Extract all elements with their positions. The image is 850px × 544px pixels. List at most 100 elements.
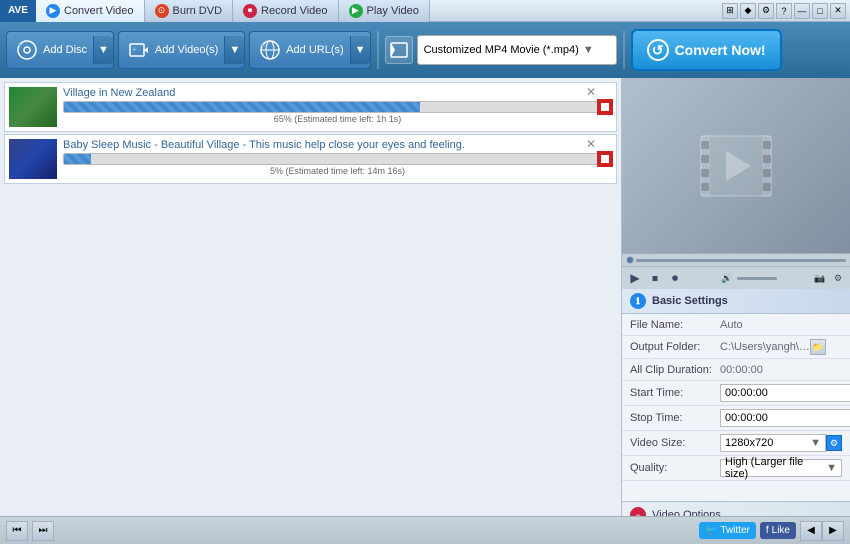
file-item-2: Baby Sleep Music - Beautiful Village - T…	[4, 134, 617, 184]
title-bar: AVE ▶ Convert Video ⊙ Burn DVD ⏺ Record …	[0, 0, 850, 22]
right-panel: ▶ ⏹ ⏺ 🔊 📷 ⚙ ℹ Basic Settings File Name: …	[622, 78, 850, 516]
preview-settings-icon[interactable]: ⚙	[830, 270, 846, 286]
nav-prev-button[interactable]: ◀	[800, 521, 822, 541]
convert-video-tab-icon: ▶	[46, 4, 60, 18]
quality-arrow: ▼	[826, 462, 837, 474]
settings-label-starttime: Start Time:	[630, 387, 720, 399]
settings-row-starttime: Start Time:	[622, 381, 850, 406]
settings-label-duration: All Clip Duration:	[630, 364, 720, 376]
window-btn-maximize[interactable]: □	[812, 3, 828, 19]
tab-convert-video[interactable]: ▶ Convert Video	[36, 0, 145, 22]
file-info-1: Village in New Zealand 65% (Estimated ti…	[63, 87, 612, 124]
progress-fill-1	[64, 102, 420, 112]
stop-time-input[interactable]	[720, 409, 850, 427]
settings-header-icon: ℹ	[630, 293, 646, 309]
play-video-tab-icon: ▶	[349, 4, 363, 18]
settings-label-filename: File Name:	[630, 319, 720, 331]
preview-area	[622, 78, 850, 253]
settings-row-stoptime: Stop Time:	[622, 406, 850, 431]
file-info-2: Baby Sleep Music - Beautiful Village - T…	[63, 139, 612, 176]
convert-now-icon: ↺	[647, 39, 669, 61]
add-url-icon: +	[258, 38, 282, 62]
preview-play-button[interactable]: ▶	[626, 269, 644, 287]
video-size-select[interactable]: 1280x720 ▼	[720, 434, 826, 452]
tab-play-video[interactable]: ▶ Play Video	[339, 0, 430, 22]
add-video-label: Add Video(s)	[155, 44, 218, 56]
add-disc-button[interactable]: + Add Disc ▼	[6, 31, 114, 69]
window-controls: ⊞ ◆ ⚙ ? — □ ✕	[718, 3, 850, 19]
settings-value-filename: Auto	[720, 319, 842, 331]
file-item-1: Village in New Zealand 65% (Estimated ti…	[4, 82, 617, 132]
toolbar-separator-2	[623, 31, 625, 69]
format-value: Customized MP4 Movie (*.mp4)	[424, 44, 579, 56]
volume-slider[interactable]	[737, 277, 777, 280]
preview-position-dot	[626, 256, 634, 264]
add-url-dropdown-arrow[interactable]: ▼	[350, 36, 370, 64]
settings-spacer	[622, 481, 850, 501]
add-url-button[interactable]: + Add URL(s) ▼	[249, 31, 370, 69]
window-btn-grid[interactable]: ⊞	[722, 3, 738, 19]
file-list: Village in New Zealand 65% (Estimated ti…	[0, 78, 622, 516]
settings-panel: ℹ Basic Settings File Name: Auto Output …	[622, 289, 850, 516]
progress-bar-2	[63, 153, 612, 165]
file-name-2: Baby Sleep Music - Beautiful Village - T…	[63, 139, 612, 151]
quality-select[interactable]: High (Larger file size) ▼	[720, 459, 842, 477]
settings-label-videosize: Video Size:	[630, 437, 720, 449]
window-btn-minimize[interactable]: —	[794, 3, 810, 19]
svg-text:+: +	[17, 40, 22, 50]
settings-row-quality: Quality: High (Larger file size) ▼	[622, 456, 850, 481]
video-size-value: 1280x720	[725, 437, 773, 449]
file-thumb-1	[9, 87, 57, 127]
settings-label-output: Output Folder:	[630, 341, 720, 353]
file-stop-1[interactable]	[597, 99, 613, 115]
window-btn-close[interactable]: ✕	[830, 3, 846, 19]
browse-folder-button[interactable]: 📁	[810, 339, 826, 355]
video-size-settings-button[interactable]: ⚙	[826, 435, 842, 451]
settings-value-output: C:\Users\yangh\Videos\...	[720, 341, 810, 353]
preview-snapshot-icon[interactable]: 📷	[812, 270, 828, 286]
quality-value: High (Larger file size)	[725, 456, 826, 480]
settings-value-duration: 00:00:00	[720, 364, 842, 376]
progress-text-2: 5% (Estimated time left: 14m 16s)	[63, 166, 612, 176]
file-thumb-2	[9, 139, 57, 179]
film-reel-graphic	[696, 131, 776, 201]
file-stop-2[interactable]	[597, 151, 613, 167]
status-prev-button[interactable]: ⏮	[6, 521, 28, 541]
add-disc-dropdown-arrow[interactable]: ▼	[93, 36, 113, 64]
file-close-2[interactable]: ✕	[586, 137, 596, 151]
preview-volume-icon[interactable]: 🔊	[719, 270, 735, 286]
twitter-button[interactable]: 🐦 Twitter	[699, 522, 756, 539]
svg-text:+: +	[132, 45, 137, 54]
fb-label: Like	[772, 525, 790, 536]
facebook-like-button[interactable]: f Like	[760, 522, 796, 539]
file-close-1[interactable]: ✕	[586, 85, 596, 99]
status-next-button[interactable]: ⏭	[32, 521, 54, 541]
window-btn-diamond[interactable]: ◆	[740, 3, 756, 19]
start-time-input[interactable]	[720, 384, 850, 402]
tab-record-video[interactable]: ⏺ Record Video	[233, 0, 338, 22]
main-content: Village in New Zealand 65% (Estimated ti…	[0, 78, 850, 516]
settings-row-videosize: Video Size: 1280x720 ▼ ⚙	[622, 431, 850, 456]
toolbar-separator-1	[377, 31, 379, 69]
convert-now-button[interactable]: ↺ Convert Now!	[631, 29, 782, 71]
add-video-dropdown-arrow[interactable]: ▼	[224, 36, 244, 64]
tab-burn-dvd[interactable]: ⊙ Burn DVD	[145, 0, 234, 22]
twitter-icon: 🐦	[705, 525, 717, 536]
nav-next-button[interactable]: ▶	[822, 521, 844, 541]
add-url-label: Add URL(s)	[286, 44, 343, 56]
format-selector[interactable]: Customized MP4 Movie (*.mp4) ▼	[417, 35, 617, 65]
settings-row-output: Output Folder: C:\Users\yangh\Videos\...…	[622, 336, 850, 359]
add-video-button[interactable]: + Add Video(s) ▼	[118, 31, 245, 69]
preview-stop-button[interactable]: ⏹	[646, 269, 664, 287]
progress-bar-1	[63, 101, 612, 113]
format-dropdown-arrow: ▼	[583, 44, 594, 56]
progress-text-1: 65% (Estimated time left: 1h 1s)	[63, 114, 612, 124]
add-video-icon: +	[127, 38, 151, 62]
preview-timeline[interactable]	[636, 259, 846, 262]
window-btn-help[interactable]: ?	[776, 3, 792, 19]
add-disc-icon: +	[15, 38, 39, 62]
preview-record-button[interactable]: ⏺	[666, 269, 684, 287]
window-btn-gear[interactable]: ⚙	[758, 3, 774, 19]
video-options-label: Video Options	[652, 509, 721, 516]
video-options-button[interactable]: − Video Options	[622, 501, 850, 516]
